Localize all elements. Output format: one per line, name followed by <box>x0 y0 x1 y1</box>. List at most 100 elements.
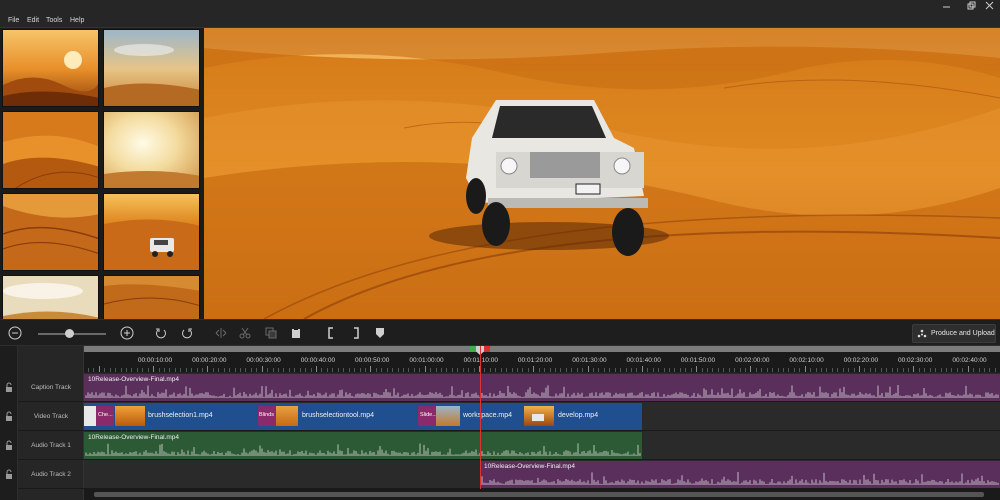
clip-thumbnail <box>115 406 145 426</box>
ruler-tick <box>278 368 280 372</box>
ruler-tick <box>712 368 714 372</box>
transition-badge[interactable]: Slide... <box>418 406 437 426</box>
ruler-tick <box>305 368 307 372</box>
ruler-tick <box>131 368 133 372</box>
lock-icon[interactable] <box>4 469 14 479</box>
thumb-jeep-dunes[interactable] <box>103 193 200 271</box>
copy-icon[interactable] <box>262 324 280 342</box>
playhead-line[interactable] <box>480 346 481 500</box>
ruler-tick <box>245 368 247 372</box>
video-preview[interactable] <box>204 28 1000 319</box>
audio-track-2-clip[interactable]: 10Release-Overview-Final.mp4 <box>480 461 1000 488</box>
caption-track-label: Caption Track <box>18 373 84 402</box>
ruler-tick <box>516 368 518 372</box>
marker-icon[interactable] <box>371 324 389 342</box>
video-clip-strip[interactable]: Che... brushselection1.mp4 Blinds brushs… <box>84 403 642 430</box>
ruler-tick <box>598 368 600 372</box>
ruler-tick <box>354 368 356 372</box>
ruler-tick <box>386 368 388 372</box>
ruler-tick <box>810 368 812 372</box>
ruler-tick <box>859 366 861 372</box>
ruler-tick <box>750 366 752 372</box>
ruler-tick <box>728 368 730 372</box>
ruler-tick <box>940 368 942 372</box>
ruler-tick <box>332 368 334 372</box>
ruler-tick <box>234 368 236 372</box>
thumb-clouds-dunes[interactable] <box>103 29 200 107</box>
ruler-tick <box>174 368 176 372</box>
close-icon[interactable] <box>978 0 1000 14</box>
ruler-tick <box>690 368 692 372</box>
ruler-tick <box>126 368 127 372</box>
ruler-tick <box>674 368 676 372</box>
thumb-orange-dunes[interactable] <box>2 111 99 189</box>
ruler-tick <box>978 368 980 372</box>
video-track-label: Video Track <box>18 402 84 431</box>
thumb-ridge-dunes[interactable] <box>103 275 200 319</box>
thumb-pale-sky[interactable] <box>2 275 99 319</box>
transition-label: Che... <box>98 412 113 418</box>
timeline-scrollbar[interactable] <box>84 489 1000 500</box>
ruler-scrub-bar[interactable] <box>84 346 1000 352</box>
audio-waveform <box>85 385 999 398</box>
ruler-tick <box>869 368 871 372</box>
ruler-tick <box>522 368 524 372</box>
menu-file[interactable]: File <box>8 0 19 28</box>
ruler-tick <box>935 368 937 372</box>
ruler-tick <box>799 368 801 372</box>
ruler-tick <box>544 368 546 372</box>
lock-icon[interactable] <box>4 440 14 450</box>
thumb-tracks-dunes[interactable] <box>2 193 99 271</box>
caption-clip[interactable]: 10Release-Overview-Final.mp4 <box>84 374 1000 401</box>
audio-track-1-clip[interactable]: 10Release-Overview-Final.mp4 <box>84 432 642 459</box>
ruler-tick <box>207 366 209 372</box>
ruler-tick <box>256 368 258 372</box>
split-icon[interactable] <box>212 324 230 342</box>
mark-out-icon[interactable] <box>347 324 365 342</box>
redo-icon[interactable] <box>178 324 196 342</box>
audio-clip-name: 10Release-Overview-Final.mp4 <box>484 463 576 470</box>
ruler-tick <box>663 368 665 372</box>
zoom-slider-handle[interactable] <box>64 329 74 338</box>
ruler-tick <box>853 368 855 372</box>
transition-badge[interactable]: Blinds <box>258 406 276 426</box>
zoom-out-icon[interactable] <box>6 324 24 342</box>
menu-tools[interactable]: Tools <box>46 0 62 28</box>
mark-in-icon[interactable] <box>322 324 340 342</box>
ruler-tick <box>337 368 339 372</box>
menu-edit[interactable]: Edit <box>27 0 39 28</box>
mark-out-flag[interactable] <box>484 346 490 352</box>
ruler-tick <box>321 368 323 372</box>
lock-icon[interactable] <box>4 382 14 392</box>
ruler-tick <box>473 368 475 372</box>
ruler-tick <box>603 368 605 372</box>
ruler-tick <box>185 368 187 372</box>
editing-toolbar: Produce and Upload <box>0 319 1000 346</box>
mark-in-flag[interactable] <box>470 346 476 352</box>
transition-badge[interactable]: Che... <box>96 406 114 426</box>
menu-help[interactable]: Help <box>70 0 84 28</box>
ruler-tick <box>652 368 654 372</box>
ruler-tick <box>310 368 312 372</box>
lock-icon[interactable] <box>4 411 14 421</box>
ruler-tick <box>288 368 290 372</box>
ruler-tick <box>636 368 638 372</box>
ruler-tick <box>924 368 926 372</box>
ruler-tick <box>527 368 529 372</box>
zoom-in-icon[interactable] <box>118 324 136 342</box>
thumb-sun-haze[interactable] <box>103 111 200 189</box>
scrollbar-thumb[interactable] <box>94 492 984 497</box>
produce-and-upload-button[interactable]: Produce and Upload <box>912 324 996 343</box>
undo-icon[interactable] <box>152 324 170 342</box>
ruler-tick <box>495 368 497 372</box>
video-clip-name: develop.mp4 <box>558 412 599 419</box>
ruler-tick <box>381 368 383 372</box>
ruler-time-label: 00:00:30:00 <box>246 357 281 364</box>
thumb-sunset-dunes[interactable] <box>2 29 99 107</box>
ruler-tick <box>430 368 432 372</box>
ruler-tick <box>196 368 198 372</box>
ruler-tick <box>880 368 882 372</box>
cut-icon[interactable] <box>236 324 254 342</box>
minimize-icon[interactable] <box>935 0 957 14</box>
paste-icon[interactable] <box>287 324 305 342</box>
